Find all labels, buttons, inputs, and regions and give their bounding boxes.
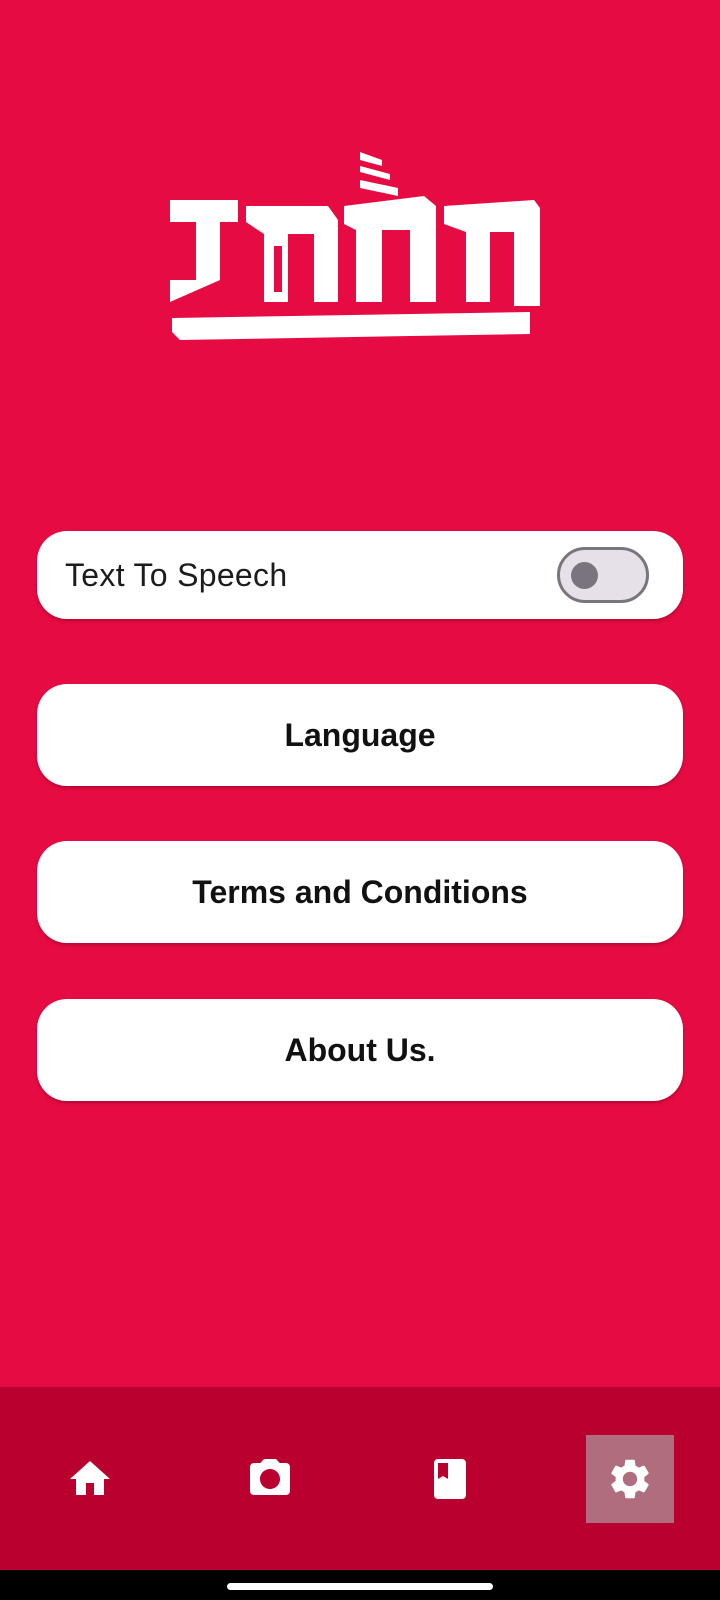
text-to-speech-row: Text To Speech [37, 531, 683, 619]
toggle-knob [571, 562, 598, 589]
book-icon [434, 1459, 466, 1499]
home-icon [70, 1461, 110, 1495]
terms-and-conditions-button[interactable]: Terms and Conditions [37, 841, 683, 943]
settings-screen: Text To Speech Language Terms and Condit… [0, 0, 720, 1600]
about-us-button[interactable]: About Us. [37, 999, 683, 1101]
language-button[interactable]: Language [37, 684, 683, 786]
system-navigation-bar [0, 1570, 720, 1600]
text-to-speech-label: Text To Speech [65, 556, 288, 593]
nav-settings-button[interactable] [586, 1435, 674, 1523]
camera-icon [250, 1459, 290, 1495]
nav-book-button[interactable] [406, 1435, 494, 1523]
app-logo [170, 152, 540, 340]
gear-icon [611, 1459, 649, 1499]
about-us-button-label: About Us. [284, 1031, 436, 1068]
nav-home-button[interactable] [46, 1435, 134, 1523]
home-gesture-indicator[interactable] [227, 1583, 493, 1590]
bottom-navigation-bar [0, 1387, 720, 1570]
language-button-label: Language [284, 716, 436, 753]
nav-camera-button[interactable] [226, 1435, 314, 1523]
terms-button-label: Terms and Conditions [192, 873, 528, 910]
text-to-speech-toggle[interactable] [557, 547, 649, 603]
